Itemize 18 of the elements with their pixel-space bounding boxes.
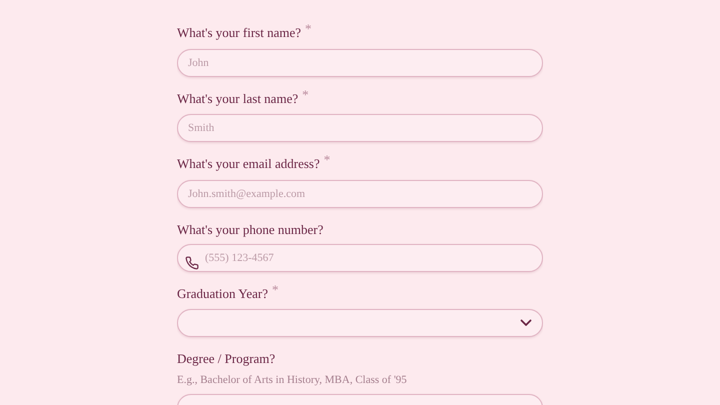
chevron-down-icon bbox=[520, 319, 532, 327]
field-label: What's your email address? bbox=[177, 155, 320, 173]
required-mark: * bbox=[305, 20, 312, 38]
required-mark: * bbox=[324, 151, 330, 169]
text-field[interactable]: John.smith@example.com bbox=[177, 180, 543, 208]
field-label: Graduation Year? bbox=[177, 284, 268, 302]
required-mark: * bbox=[272, 280, 278, 298]
phone-field[interactable]: (555) 123-4567 bbox=[177, 244, 543, 272]
field-label: What's your last name? bbox=[177, 90, 298, 108]
field-label: What's your first name? bbox=[177, 24, 301, 42]
field-label: What's your phone number? bbox=[177, 220, 324, 238]
select-field[interactable] bbox=[177, 309, 543, 337]
required-mark: * bbox=[302, 86, 309, 104]
text-field[interactable]: John bbox=[177, 48, 543, 76]
field-hint: E.g., Bachelor of Arts in History, MBA, Class of '95 bbox=[177, 373, 408, 388]
field-label: Degree / Program? bbox=[177, 350, 276, 368]
phone-icon bbox=[185, 256, 199, 270]
text-field[interactable]: Smith bbox=[177, 114, 543, 142]
